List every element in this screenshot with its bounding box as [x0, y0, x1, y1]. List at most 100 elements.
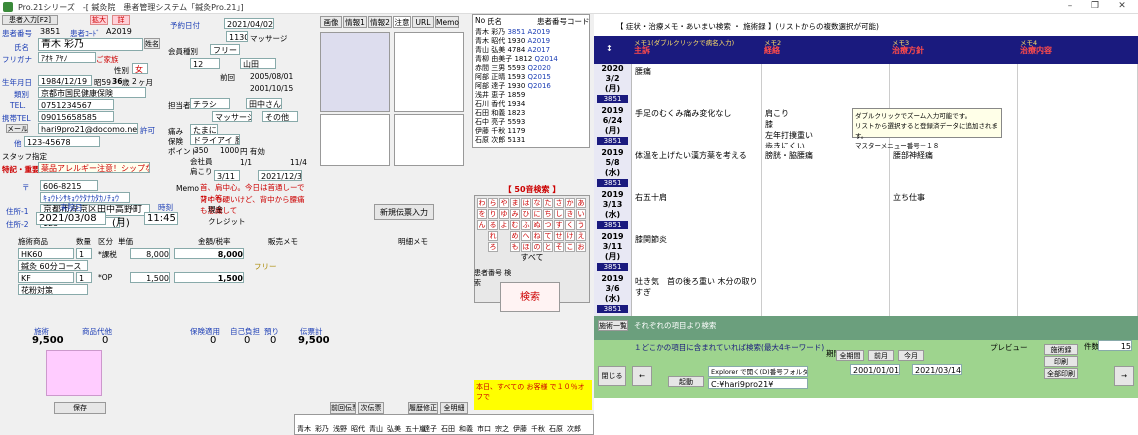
line-item[interactable]: KF	[18, 272, 74, 283]
tab-caution[interactable]: 注意	[393, 16, 411, 28]
kana-key[interactable]: か	[565, 198, 575, 208]
credit-option[interactable]: クレジット	[208, 216, 246, 227]
record-cell[interactable]: 吐き気 首の後ろ重い 木分の取りすぎ	[632, 274, 762, 316]
kana-key[interactable]: き	[565, 209, 575, 219]
cash-option[interactable]: 現金	[208, 204, 223, 215]
record-cell[interactable]: 膀胱・脇腰痛	[762, 148, 890, 190]
kana-key[interactable]: り	[488, 209, 498, 219]
kana-key[interactable]: う	[576, 220, 586, 230]
course-field[interactable]: フリー	[210, 44, 240, 55]
line-qty[interactable]: 1	[76, 248, 92, 259]
kana-key[interactable]: あ	[576, 198, 586, 208]
name-strip-item[interactable]: 和義	[459, 424, 473, 434]
save-button[interactable]: 保存	[54, 402, 106, 414]
record-cell[interactable]: 手足のむくみ痛み変化なし	[632, 106, 762, 148]
kana-key[interactable]: こ	[565, 242, 575, 252]
kana-key[interactable]: む	[510, 220, 520, 230]
kana-key[interactable]: に	[532, 209, 542, 219]
period-all-button[interactable]: 全期間	[836, 350, 864, 361]
doctor-field[interactable]: チラシ	[190, 98, 230, 109]
kana-key[interactable]: つ	[543, 220, 553, 230]
kana-key[interactable]: す	[554, 220, 564, 230]
col-meridian[interactable]: メモ2 経絡	[762, 36, 890, 64]
record-cell[interactable]	[762, 190, 890, 232]
record-cell[interactable]	[890, 274, 1018, 316]
record-cell[interactable]	[1018, 148, 1138, 190]
next-slip-button[interactable]: 次伝票	[358, 402, 384, 414]
reservation-time-field[interactable]: 1130	[226, 31, 248, 42]
start-button[interactable]: 起動	[668, 376, 704, 387]
kana-key[interactable]: れ	[488, 231, 498, 241]
list-item[interactable]: 石原 次郎 5131	[475, 135, 525, 145]
record-cell[interactable]	[1018, 106, 1138, 148]
patient-id-field[interactable]: 3851	[38, 26, 68, 37]
detail-button[interactable]: 詳	[112, 15, 130, 25]
all-label[interactable]: すべて	[474, 252, 590, 262]
name-sort-button[interactable]: 姓名	[144, 38, 160, 49]
line-price[interactable]: 1,500	[130, 272, 170, 283]
mail-field[interactable]: hari9pro21@docomo.ne	[38, 123, 138, 134]
name-strip-item[interactable]: 伊藤	[513, 424, 527, 434]
patient-code-field[interactable]: A2019	[104, 26, 144, 37]
name-strip-item[interactable]: 石原	[549, 424, 563, 434]
record-cell[interactable]: 体温を上げたい漢方薬を考える	[632, 148, 762, 190]
time-field[interactable]: 11:45	[144, 212, 178, 225]
kana-key[interactable]: め	[510, 231, 520, 241]
name-strip-item[interactable]: 弘美	[387, 424, 401, 434]
all-lines-button[interactable]: 全明細	[440, 402, 468, 414]
record-row[interactable]: 2019 3/6 (水) 3851 吐き気 首の後ろ重い 木分の取りすぎ	[594, 274, 1138, 316]
kana-key[interactable]: ま	[510, 198, 520, 208]
line-amount[interactable]: 8,000	[174, 248, 244, 259]
record-cell[interactable]	[890, 64, 1018, 106]
kana-key[interactable]: ふ	[521, 220, 531, 230]
name-strip-item[interactable]: 昭代	[351, 424, 365, 434]
reservation-date-field[interactable]: 2021/04/02	[224, 18, 274, 29]
col-chief-complaint[interactable]: メモ1(ダブルクリックで病名入力) 主訴	[632, 36, 762, 64]
kana-key[interactable]: わ	[477, 198, 487, 208]
name-strip-item[interactable]: 青木	[297, 424, 311, 434]
line-item[interactable]: HK60	[18, 248, 74, 259]
col-treatment[interactable]: メモ4 治療内容	[1018, 36, 1138, 64]
kana-key[interactable]: え	[576, 231, 586, 241]
tab-memo[interactable]: Memo	[435, 16, 459, 28]
record-cell[interactable]: 腰痛	[632, 64, 762, 106]
zip-field[interactable]: 606-8215	[40, 180, 98, 191]
kana-key[interactable]: そ	[554, 242, 564, 252]
intro-field[interactable]: 田中さん	[246, 98, 282, 109]
record-row[interactable]: 20195/8(水)3851青木 彩乃体温を上げたい漢方薬を考える膀胱・脇腰痛腰…	[594, 148, 1138, 198]
kana-key[interactable]: た	[543, 198, 553, 208]
record-cell[interactable]	[1018, 274, 1138, 316]
name-strip-item[interactable]: 宗之	[495, 424, 509, 434]
mail-button[interactable]: メール	[6, 124, 28, 133]
date-to-field[interactable]: 2021/03/14	[912, 364, 962, 375]
kana-key[interactable]: て	[543, 231, 553, 241]
check-date-field[interactable]: 3/11	[214, 170, 240, 181]
kana-key[interactable]: く	[565, 220, 575, 230]
record-cell[interactable]: 膝関節炎	[632, 232, 762, 274]
record-cell[interactable]: 立ち仕事	[890, 190, 1018, 232]
area-field[interactable]: 山田	[240, 58, 276, 69]
kana-key[interactable]: ゆ	[499, 209, 509, 219]
record-cell[interactable]	[1018, 232, 1138, 274]
print-record-button[interactable]: 施術録	[1044, 344, 1078, 355]
folder-path-field[interactable]: C:¥hari9pro21¥	[708, 378, 808, 389]
kana-key[interactable]: は	[521, 198, 531, 208]
history-edit-button[interactable]: 履歴修正	[408, 402, 438, 414]
name-strip-item[interactable]: 市口	[477, 424, 491, 434]
line-row[interactable]: 鍼灸 60分コース フリー	[18, 260, 448, 272]
kana-key[interactable]: ぬ	[532, 220, 542, 230]
close-panel-button[interactable]: 閉じる	[598, 366, 626, 386]
kana-key[interactable]: み	[510, 209, 520, 219]
insurance-field[interactable]: ドライアイ 腰痛	[190, 134, 240, 145]
kana-field[interactable]: ｱｵｷ ｱﾔﾉ	[38, 52, 96, 63]
record-cell[interactable]: 腰部神経痛	[890, 148, 1018, 190]
kana-key[interactable]: を	[477, 209, 487, 219]
other-condition-field[interactable]: その他	[262, 111, 298, 122]
kana-key[interactable]: ほ	[521, 242, 531, 252]
kana-key[interactable]: お	[576, 242, 586, 252]
kana-key[interactable]: る	[488, 220, 498, 230]
next-arrow-button[interactable]: →	[1114, 366, 1134, 386]
col-policy[interactable]: メモ3 治療方針	[890, 36, 1018, 64]
line-qty[interactable]: 1	[76, 272, 92, 283]
print-all-button[interactable]: 全部印刷	[1044, 368, 1078, 379]
